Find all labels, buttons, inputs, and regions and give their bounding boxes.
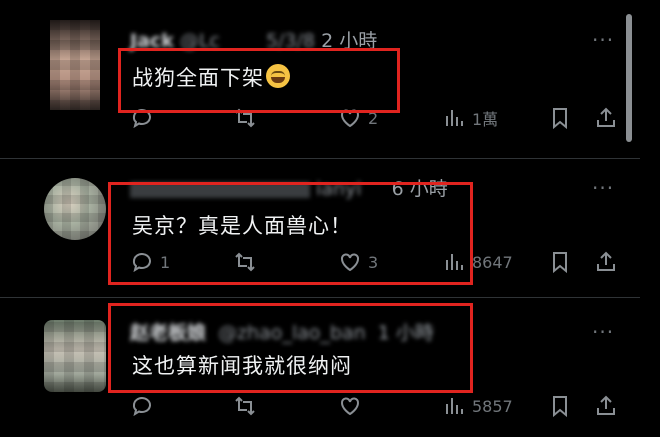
share-button[interactable]	[594, 394, 618, 418]
bookmark-button[interactable]	[548, 250, 572, 274]
share-button[interactable]	[594, 106, 618, 130]
bookmark-icon	[553, 252, 567, 274]
highlight-box	[108, 303, 473, 393]
bookmark-icon	[553, 396, 567, 418]
reply-icon	[132, 397, 151, 417]
reply-button[interactable]	[130, 394, 160, 418]
bookmark-icon	[553, 108, 567, 130]
highlight-box	[118, 48, 400, 113]
avatar[interactable]	[50, 20, 100, 110]
heart-icon	[341, 397, 359, 416]
more-options-icon[interactable]: ···	[592, 320, 614, 344]
scrollbar[interactable]	[626, 14, 632, 142]
views-chart-icon	[446, 110, 463, 126]
share-icon	[597, 251, 615, 271]
views-button[interactable]: 5857	[442, 394, 513, 418]
more-options-icon[interactable]: ···	[592, 28, 614, 52]
highlight-box	[108, 182, 473, 285]
views-button[interactable]: 1萬	[442, 106, 498, 130]
view-count: 1萬	[472, 110, 499, 129]
bookmark-button[interactable]	[548, 394, 572, 418]
avatar[interactable]	[44, 320, 106, 392]
post-divider	[0, 158, 640, 159]
repost-icon	[235, 396, 255, 416]
avatar[interactable]	[44, 178, 106, 240]
view-count: 8647	[472, 252, 513, 272]
bookmark-button[interactable]	[548, 106, 572, 130]
repost-button[interactable]	[233, 394, 263, 418]
more-options-icon[interactable]: ···	[592, 176, 614, 200]
share-button[interactable]	[594, 250, 618, 274]
view-count: 5857	[472, 396, 513, 416]
like-button[interactable]	[338, 394, 368, 418]
share-icon	[597, 107, 615, 127]
views-chart-icon	[446, 398, 463, 414]
share-icon	[597, 395, 615, 415]
action-bar: 5857	[130, 394, 620, 424]
